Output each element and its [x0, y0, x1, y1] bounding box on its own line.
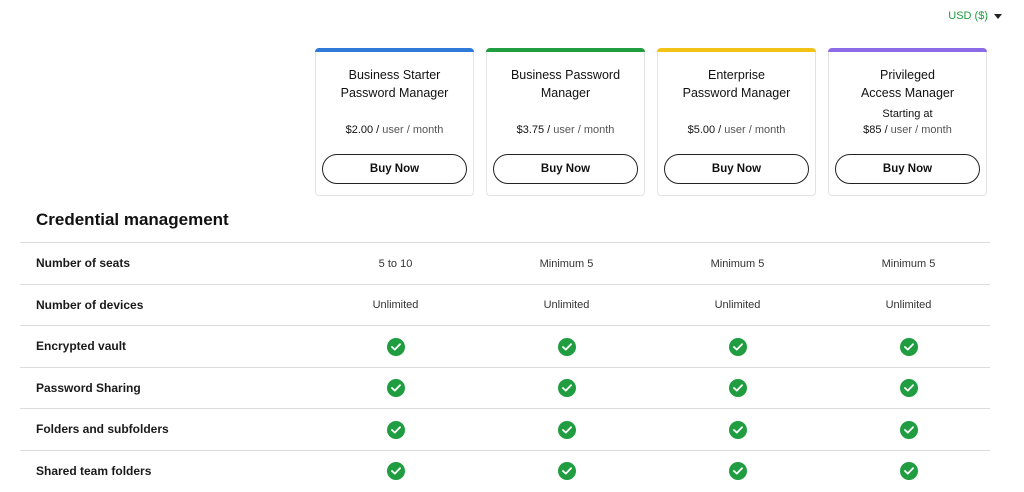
plan-price-prefix: Starting at [882, 108, 933, 120]
feature-row: Password Sharing [20, 366, 990, 409]
plan-price-amount: $3.75 / [516, 124, 551, 136]
currency-selector[interactable]: USD ($) [948, 10, 1002, 22]
feature-cell [487, 326, 646, 367]
plan-name: Privileged Access Manager [860, 68, 955, 100]
plan-price-amount: $5.00 / [687, 124, 722, 136]
check-circle-icon [728, 379, 747, 397]
check-circle-icon [728, 337, 747, 356]
feature-cell [487, 368, 646, 409]
feature-label: Folders and subfolders [36, 422, 169, 436]
feature-cell [316, 451, 475, 492]
feature-cell [658, 409, 817, 450]
plan-card: Privileged Access Manager Starting at $8… [828, 48, 987, 196]
plan-price-unit: user / month [550, 124, 615, 136]
check-circle-icon [386, 420, 405, 439]
plan-card: Business Starter Password Manager $2.00 … [315, 48, 474, 196]
feature-cell: Minimum 5 [881, 257, 936, 270]
feature-cell: Unlimited [714, 299, 761, 311]
feature-cell [487, 451, 646, 492]
feature-cell [658, 368, 817, 409]
plan-name: Business Password Manager [510, 68, 621, 100]
buy-now-button[interactable]: Buy Now [835, 154, 980, 184]
plan-price: Starting at $85 / user / month [829, 106, 986, 138]
check-circle-icon [557, 379, 576, 397]
check-circle-icon [386, 337, 405, 356]
plan-price-line: $85 / user / month [863, 122, 952, 138]
check-circle-icon [728, 462, 747, 480]
check-circle-icon [386, 462, 405, 480]
plan-card: Business Password Manager $3.75 / user /… [486, 48, 645, 196]
plan-price-line: $3.75 / user / month [517, 122, 615, 138]
feature-label: Number of devices [36, 297, 144, 312]
feature-cell: Unlimited [543, 299, 590, 311]
feature-row: Number of seats 5 to 10 Minimum 5 Minimum 5… [20, 242, 990, 284]
feature-cell: 5 to 10 [378, 257, 413, 270]
feature-cell [829, 326, 988, 367]
plan-color-bar [828, 48, 987, 52]
feature-label: Password Sharing [36, 380, 141, 395]
check-circle-icon [557, 462, 576, 480]
plan-price-unit: user / month [887, 124, 952, 136]
feature-row: Encrypted vault [20, 325, 990, 367]
plan-price: $3.75 / user / month [487, 106, 644, 138]
check-circle-icon [557, 337, 576, 356]
check-circle-icon [386, 379, 405, 397]
currency-label: USD ($) [948, 10, 988, 22]
plan-price: $5.00 / user / month [658, 106, 815, 138]
plan-color-bar [315, 48, 474, 52]
buy-now-button[interactable]: Buy Now [664, 154, 809, 184]
feature-cell [829, 409, 988, 450]
plan-price-unit: user / month [721, 124, 786, 136]
plan-name: Business Starter Password Manager [340, 68, 449, 100]
feature-row: Number of devices Unlimited Unlimited Unlim… [20, 283, 990, 326]
feature-cell: Minimum 5 [710, 257, 765, 270]
feature-cell [658, 451, 817, 492]
feature-cell: Unlimited [372, 299, 419, 311]
feature-cell [487, 409, 646, 450]
check-circle-icon [899, 337, 918, 356]
plan-price-line: $5.00 / user / month [688, 122, 786, 138]
caret-down-icon [994, 13, 1002, 19]
feature-cell [658, 326, 817, 367]
feature-cell [316, 368, 475, 409]
feature-row: Folders and subfolders [20, 408, 990, 450]
feature-cell [829, 451, 988, 492]
buy-now-button[interactable]: Buy Now [493, 154, 638, 184]
feature-cell: Unlimited [885, 299, 932, 311]
plan-card: Enterprise Password Manager $5.00 / user… [657, 48, 816, 196]
plan-color-bar [486, 48, 645, 52]
plan-color-bar [657, 48, 816, 52]
feature-cell: Minimum 5 [539, 257, 594, 270]
plan-price-unit: user / month [379, 124, 444, 136]
feature-label: Number of seats [36, 256, 131, 270]
plan-price-amount: $2.00 / [345, 124, 380, 136]
feature-cell [829, 368, 988, 409]
feature-label: Encrypted vault [36, 339, 127, 353]
check-circle-icon [899, 462, 918, 480]
section-title: Credential management [36, 210, 229, 229]
plan-price-line: $2.00 / user / month [346, 122, 444, 138]
feature-cell [316, 326, 475, 367]
check-circle-icon [899, 379, 918, 397]
feature-label: Shared team folders [36, 463, 152, 478]
plan-name: Enterprise Password Manager [682, 68, 791, 100]
feature-cell [316, 409, 475, 450]
check-circle-icon [899, 420, 918, 439]
feature-row: Shared team folders [20, 449, 990, 492]
plan-price-amount: $85 / [863, 124, 888, 136]
feature-table: Number of seats 5 to 10 Minimum 5 Minimum 5… [20, 242, 990, 491]
plan-price: $2.00 / user / month [316, 106, 473, 138]
check-circle-icon [557, 420, 576, 439]
check-circle-icon [728, 420, 747, 439]
buy-now-button[interactable]: Buy Now [322, 154, 467, 184]
